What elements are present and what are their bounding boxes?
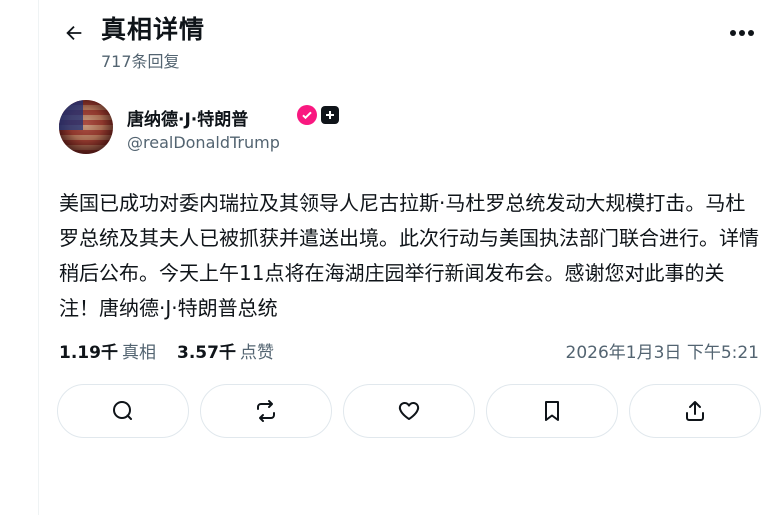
likes-label: 点赞 [239,343,274,363]
back-button[interactable] [57,16,91,50]
verified-icon [297,105,317,125]
post-timestamp: 2026年1月3日 下午5:21 [565,343,759,363]
retruths-stat[interactable]: 1.19千 真相 [59,338,156,363]
author-name[interactable]: 唐纳德·J·特朗普 [127,105,248,130]
header: 真相详情 717条回复 [39,8,777,71]
likes-count: 3.57千 [177,343,236,363]
reply-count: 717条回复 [101,52,180,71]
likes-stat[interactable]: 3.57千 点赞 [177,338,274,363]
plus-badge-icon [321,106,339,124]
post-stats: 1.19千 真相 3.57千 点赞 2026年1月3日 下午5:21 [59,338,759,364]
post-body: 美国已成功对委内瑞拉及其领导人尼古拉斯·马杜罗总统发动大规模打击。马杜罗总统及其… [59,191,759,320]
heart-icon [398,401,420,420]
more-options-button[interactable] [722,16,762,50]
reply-icon [113,401,132,420]
author-badges [297,105,339,125]
avatar[interactable] [59,100,113,154]
post-detail-page: 真相详情 717条回复 唐纳德·J·特朗普 @realDonaldTrump 美… [38,0,777,515]
share-button[interactable] [629,384,761,438]
share-icon [686,401,704,421]
page-title: 真相详情 [101,15,206,44]
bookmark-icon [545,401,559,421]
bookmark-button[interactable] [486,384,618,438]
repost-icon [257,400,275,422]
reply-button[interactable] [57,384,189,438]
more-dots-icon [730,30,754,36]
avatar-stars-canton [59,100,83,130]
author-handle[interactable]: @realDonaldTrump [127,133,280,152]
retruths-label: 真相 [121,343,156,363]
author-block: 唐纳德·J·特朗普 @realDonaldTrump [59,100,739,158]
like-button[interactable] [343,384,475,438]
retruths-count: 1.19千 [59,343,118,363]
back-arrow-icon [66,25,82,41]
repost-button[interactable] [200,384,332,438]
action-bar [57,384,761,438]
